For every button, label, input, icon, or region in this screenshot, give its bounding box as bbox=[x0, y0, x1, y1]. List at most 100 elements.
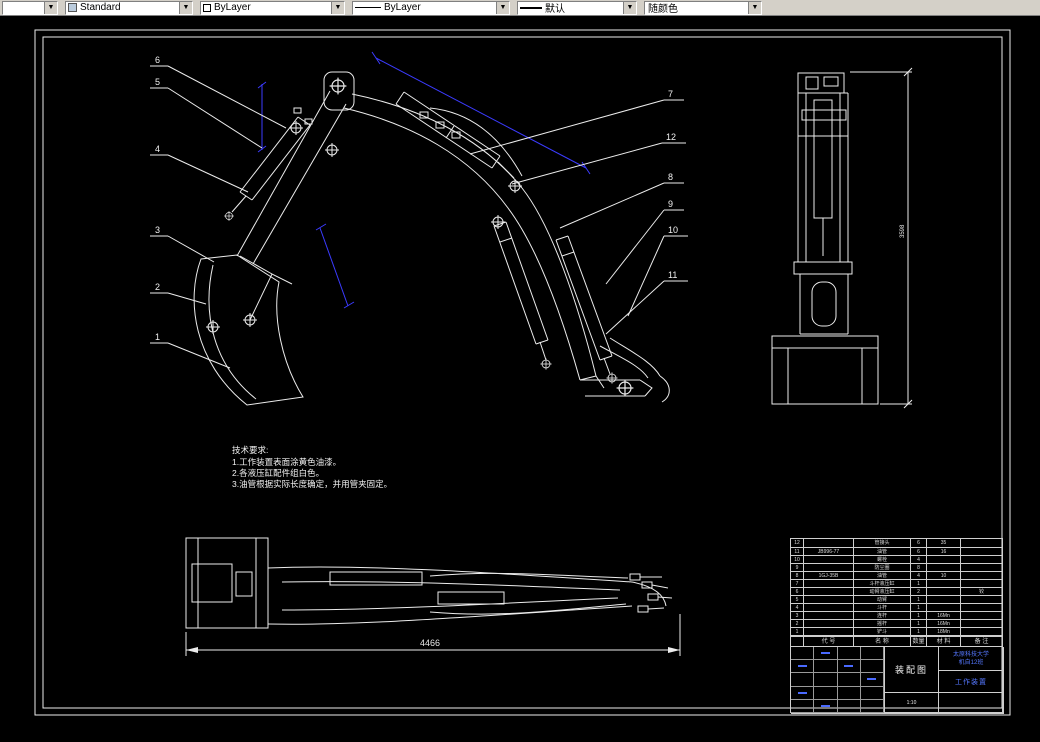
parts-cell-code: JB996-77 bbox=[804, 547, 854, 555]
parts-cell-name: 螺栓 bbox=[854, 555, 911, 563]
chevron-down-icon[interactable]: ▼ bbox=[179, 1, 192, 14]
plotstyle-combo-value: 随颜色 bbox=[648, 4, 678, 15]
callout-label: 11 bbox=[668, 270, 677, 280]
linetype-combo[interactable]: ByLayer ▼ bbox=[352, 0, 510, 15]
parts-list-row: 4 斗杆 1 bbox=[791, 603, 1002, 611]
parts-cell-name: 防尘圈 bbox=[854, 563, 911, 571]
transport-view: 4466 bbox=[185, 537, 681, 656]
parts-cell-name: 动臂 bbox=[854, 595, 911, 603]
parts-header-material: 材 料 bbox=[927, 636, 961, 646]
parts-cell-qty: 4 bbox=[911, 555, 927, 563]
parts-cell-num: 9 bbox=[791, 563, 804, 571]
callout-label: 9 bbox=[668, 199, 673, 209]
parts-list-header: 代 号 名 称 数量 材 料 备 注 bbox=[790, 635, 1003, 646]
parts-cell-num: 2 bbox=[791, 619, 804, 627]
parts-list-row: 11 JB996-77 油管 6 16 bbox=[791, 547, 1002, 555]
chevron-down-icon[interactable]: ▼ bbox=[44, 1, 57, 14]
chevron-down-icon[interactable]: ▼ bbox=[331, 1, 344, 14]
tech-requirements-line: 3.油管根据实际长度确定，并用管夹固定。 bbox=[232, 479, 392, 489]
parts-cell-material bbox=[927, 587, 961, 595]
parts-list-row: 6 动臂液压缸 2 铰 bbox=[791, 587, 1002, 595]
parts-header-name: 名 称 bbox=[854, 636, 911, 646]
parts-cell-qty: 6 bbox=[911, 539, 927, 547]
title-block-misc-cell bbox=[939, 693, 1004, 714]
callout-label: 8 bbox=[668, 172, 673, 182]
callout-label: 5 bbox=[155, 77, 160, 87]
chevron-down-icon[interactable]: ▼ bbox=[496, 1, 509, 14]
plotstyle-combo[interactable]: 随颜色 ▼ bbox=[644, 0, 762, 15]
doc-type-label: 装配图 bbox=[885, 647, 939, 693]
callout-label: 2 bbox=[155, 282, 160, 292]
parts-cell-qty: 2 bbox=[911, 587, 927, 595]
color-combo-value: ByLayer bbox=[214, 2, 251, 13]
parts-cell-qty: 1 bbox=[911, 595, 927, 603]
parts-cell-material bbox=[927, 563, 961, 571]
chevron-down-icon[interactable]: ▼ bbox=[623, 1, 636, 14]
parts-list-row: 8 1GJ-35B 油管 4 10 bbox=[791, 571, 1002, 579]
parts-cell-code bbox=[804, 539, 854, 547]
parts-cell-material bbox=[927, 595, 961, 603]
parts-cell-code bbox=[804, 603, 854, 611]
dimstyle-combo-value: Standard bbox=[80, 2, 121, 13]
parts-cell-material: 16 bbox=[927, 547, 961, 555]
tech-requirements-line: 2.各液压缸配件组白色。 bbox=[232, 468, 324, 478]
parts-cell-num: 12 bbox=[791, 539, 804, 547]
parts-cell-code bbox=[804, 555, 854, 563]
parts-cell-name: 斗杆 bbox=[854, 603, 911, 611]
parts-cell-qty: 1 bbox=[911, 619, 927, 627]
parts-cell-name: 铲斗 bbox=[854, 627, 911, 635]
parts-list-row: 7 斗杆液压缸 1 bbox=[791, 579, 1002, 587]
cad-canvas[interactable]: 6 5 4 3 2 1 7 12 8 9 10 11 3598 4466 技术要… bbox=[0, 16, 1040, 742]
parts-cell-material: 16Mn bbox=[927, 619, 961, 627]
lineweight-icon bbox=[520, 6, 542, 9]
tech-requirements: 技术要求: 1.工作装置表面涂黄色油漆。 2.各液压缸配件组白色。 3.油管根据… bbox=[232, 445, 392, 489]
parts-cell-remark bbox=[961, 595, 1002, 603]
parts-cell-code bbox=[804, 619, 854, 627]
parts-cell-remark bbox=[961, 563, 1002, 571]
parts-header-qty: 数量 bbox=[911, 636, 927, 646]
callout-label: 7 bbox=[668, 89, 673, 99]
parts-cell-qty: 8 bbox=[911, 563, 927, 571]
parts-cell-remark bbox=[961, 579, 1002, 587]
parts-cell-num: 7 bbox=[791, 579, 804, 587]
parts-cell-material bbox=[927, 603, 961, 611]
scale-label: 1:10 bbox=[885, 693, 939, 714]
parts-cell-qty: 1 bbox=[911, 627, 927, 635]
parts-header-num bbox=[791, 636, 804, 646]
parts-cell-remark bbox=[961, 547, 1002, 555]
parts-cell-qty: 6 bbox=[911, 547, 927, 555]
callout-label: 12 bbox=[666, 132, 676, 142]
parts-cell-name: 油管 bbox=[854, 547, 911, 555]
parts-cell-num: 3 bbox=[791, 611, 804, 619]
parts-cell-code bbox=[804, 611, 854, 619]
parts-cell-code: 1GJ-35B bbox=[804, 571, 854, 579]
school-label: 太原科技大学 机自12班 bbox=[939, 647, 1004, 671]
parts-cell-num: 6 bbox=[791, 587, 804, 595]
callout-label: 6 bbox=[155, 55, 160, 65]
parts-list-row: 12 管接头 6 35 bbox=[791, 539, 1002, 547]
lineweight-combo[interactable]: 默认 ▼ bbox=[517, 0, 637, 15]
parts-list-row: 3 连杆 1 16Mn bbox=[791, 611, 1002, 619]
parts-cell-material: 35 bbox=[927, 539, 961, 547]
parts-cell-qty: 1 bbox=[911, 611, 927, 619]
tech-requirements-line: 1.工作装置表面涂黄色油漆。 bbox=[232, 457, 341, 467]
layer-combo[interactable]: ▼ bbox=[2, 0, 58, 15]
parts-cell-name: 管接头 bbox=[854, 539, 911, 547]
dimstyle-combo[interactable]: Standard ▼ bbox=[65, 0, 193, 15]
parts-cell-material: 16Mn bbox=[927, 611, 961, 619]
linetype-icon bbox=[355, 7, 381, 8]
parts-cell-code bbox=[804, 595, 854, 603]
lineweight-combo-value: 默认 bbox=[545, 4, 565, 15]
parts-cell-code bbox=[804, 627, 854, 635]
transport-length-dim-label: 4466 bbox=[420, 638, 440, 648]
parts-cell-name: 摇杆 bbox=[854, 619, 911, 627]
parts-cell-code bbox=[804, 563, 854, 571]
title-block-main: 装配图 太原科技大学 机自12班 工作装置 1:10 bbox=[790, 646, 1004, 714]
tech-requirements-title: 技术要求: bbox=[232, 445, 268, 455]
parts-cell-num: 11 bbox=[791, 547, 804, 555]
fold-height-dim-label: 3598 bbox=[900, 224, 906, 238]
parts-cell-num: 4 bbox=[791, 603, 804, 611]
color-combo[interactable]: ByLayer ▼ bbox=[200, 0, 345, 15]
school-name: 太原科技大学 bbox=[952, 651, 989, 658]
parts-cell-name: 油管 bbox=[854, 571, 911, 579]
